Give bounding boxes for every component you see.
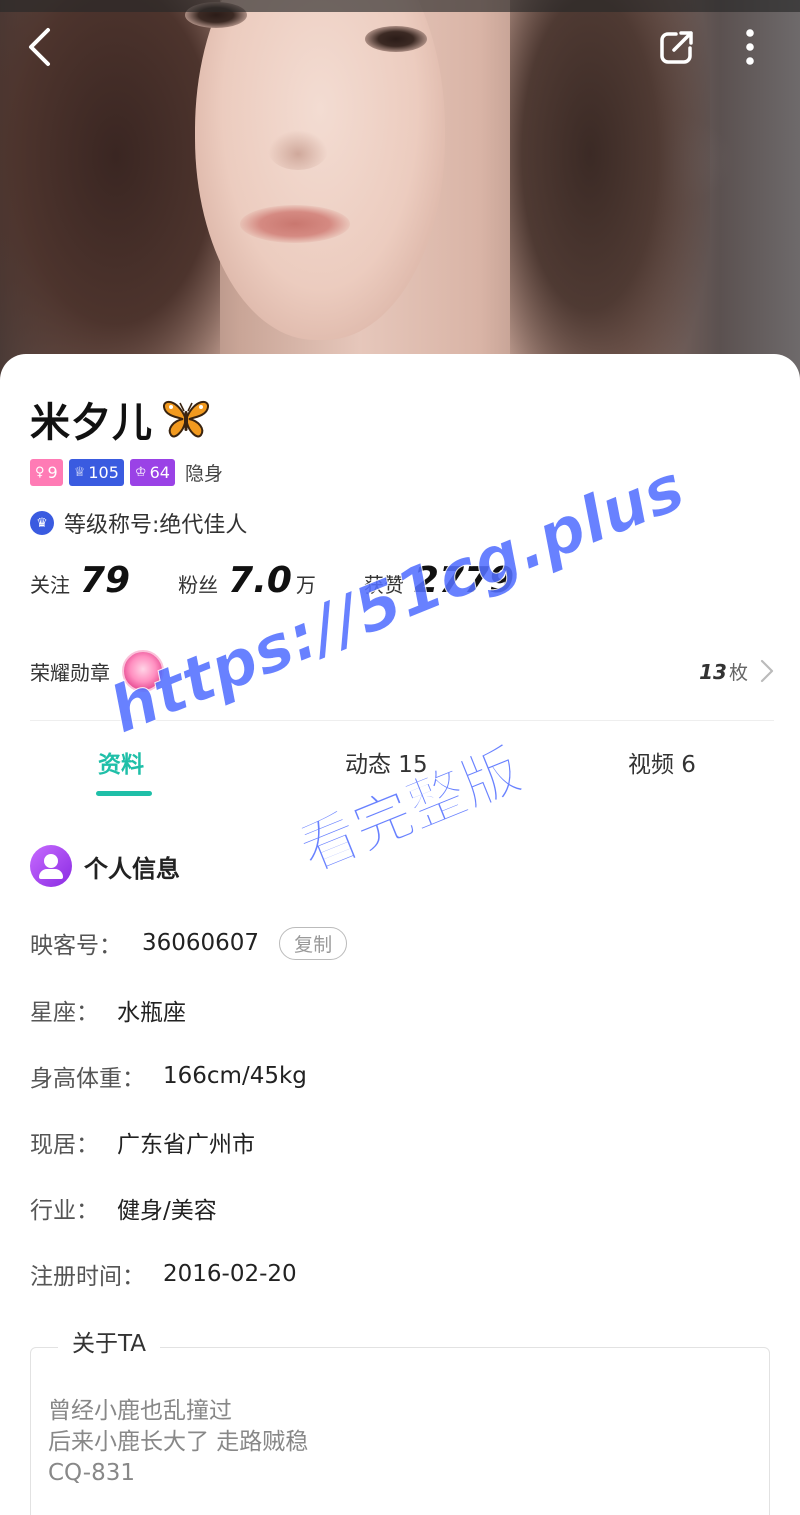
share-button[interactable] xyxy=(652,22,702,72)
butterfly-icon xyxy=(163,400,209,438)
honor-medals-row[interactable]: 荣耀勋章 13 枚 xyxy=(30,646,774,696)
profile-stats: 关注 79 粉丝 7.0 万 获赞 2779 xyxy=(30,560,562,601)
info-row-residence: 现居： 广东省广州市 xyxy=(30,1132,255,1158)
user-icon xyxy=(30,845,72,887)
tab-profile[interactable]: 资料 xyxy=(98,745,144,779)
section-title: 个人信息 xyxy=(84,854,180,883)
info-row-id: 映客号： 36060607 复制 xyxy=(30,926,348,960)
about-text: 曾经小鹿也乱撞过 后来小鹿长大了 走路贼稳 CQ-831 xyxy=(48,1396,308,1489)
active-tab-indicator xyxy=(96,791,152,796)
level-title-row: ♛ 等级称号:绝代佳人 xyxy=(30,507,247,539)
level-badges: ♀ 9 ♕ 105 ♔ 64 隐身 xyxy=(30,458,223,486)
following-stat[interactable]: 关注 79 xyxy=(30,560,130,601)
about-label: 关于TA xyxy=(58,1324,160,1358)
info-row-industry: 行业： 健身/美容 xyxy=(30,1198,217,1224)
user-level-badge: ♕ 105 xyxy=(68,458,124,486)
chevron-right-icon xyxy=(760,659,774,683)
honor-medals-label: 荣耀勋章 xyxy=(30,660,110,685)
likes-stat: 获赞 2779 xyxy=(363,560,515,601)
share-icon xyxy=(660,31,693,64)
about-line: 曾经小鹿也乱撞过 xyxy=(48,1398,232,1424)
honor-medals-count: 13 枚 xyxy=(699,659,748,684)
stealth-status: 隐身 xyxy=(184,462,223,485)
chevron-left-icon xyxy=(29,28,50,66)
about-line: 后来小鹿长大了 走路贼稳 xyxy=(48,1429,309,1455)
info-row-height-weight: 身高体重： 166cm/45kg xyxy=(30,1063,307,1092)
profile-tabs: 资料 动态 15 视频 6 xyxy=(0,735,800,805)
tab-videos[interactable]: 视频 6 xyxy=(628,745,696,779)
vip-level-badge: ♔ 64 xyxy=(129,458,175,486)
medal-icon xyxy=(122,650,164,692)
about-line: CQ-831 xyxy=(48,1460,136,1486)
profile-name-row: 米夕儿 xyxy=(30,390,211,448)
gender-level-badge: ♀ 9 xyxy=(30,458,63,486)
level-title: 等级称号:绝代佳人 xyxy=(64,513,248,538)
back-button[interactable] xyxy=(14,22,64,72)
status-bar xyxy=(0,0,800,12)
crown-icon: ♛ xyxy=(30,511,54,535)
info-row-register-date: 注册时间： 2016-02-20 xyxy=(30,1261,297,1290)
more-vertical-icon xyxy=(746,29,754,65)
fans-stat[interactable]: 粉丝 7.0 万 xyxy=(178,560,316,601)
info-row-constellation: 星座： 水瓶座 xyxy=(30,1000,186,1026)
tab-posts[interactable]: 动态 15 xyxy=(345,745,428,779)
copy-button[interactable]: 复制 xyxy=(279,926,348,960)
personal-info-header: 个人信息 xyxy=(30,845,180,887)
profile-name: 米夕儿 xyxy=(30,400,153,446)
divider xyxy=(30,720,774,721)
more-options-button[interactable] xyxy=(725,22,775,72)
